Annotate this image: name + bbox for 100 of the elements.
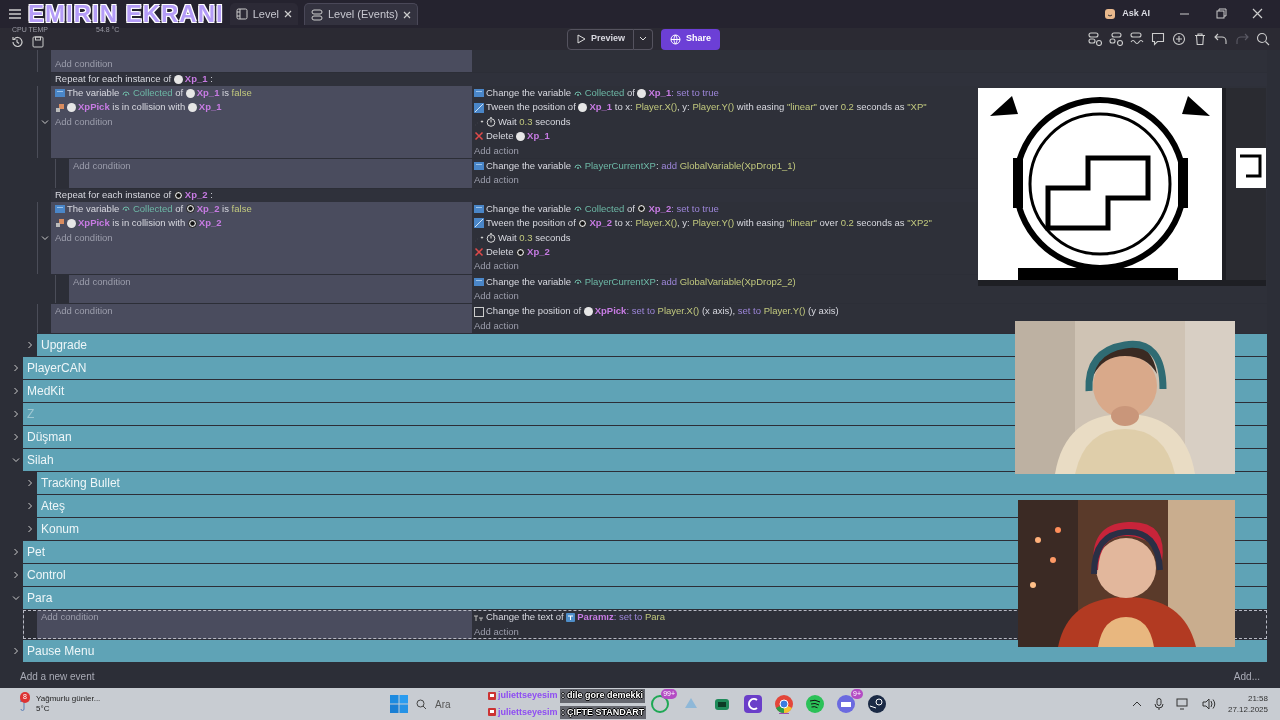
menu-icon[interactable] bbox=[8, 8, 22, 20]
add-action-link[interactable]: Add action bbox=[474, 289, 519, 304]
variable-icon bbox=[474, 203, 484, 214]
chevron-up-icon[interactable] bbox=[1131, 701, 1142, 707]
condition-text: Xp_1 bbox=[198, 100, 222, 115]
add-event-icon[interactable] bbox=[1088, 32, 1102, 46]
chevron-icon[interactable] bbox=[26, 502, 34, 511]
chevron-icon[interactable] bbox=[12, 548, 20, 557]
search-icon[interactable] bbox=[1256, 32, 1270, 46]
position-icon bbox=[474, 306, 484, 317]
action-text: Xp_2 to x: Player.X(), y: Player.Y() with easing "linear" over 0.2 seconds as "XP2" bbox=[589, 216, 932, 231]
globe-icon bbox=[670, 33, 682, 45]
condition-text: Xp_2 bbox=[198, 216, 222, 231]
tween-icon bbox=[474, 102, 484, 113]
chevron-icon[interactable] bbox=[12, 571, 20, 580]
add-condition-link[interactable]: Add condition bbox=[55, 304, 113, 319]
play-icon bbox=[576, 34, 586, 44]
action-text: Collected of bbox=[584, 201, 636, 216]
condition-text: Xp_1 is false bbox=[196, 86, 252, 100]
repeat-text: Xp_1 : bbox=[184, 72, 213, 87]
chat-username: juliettseyesim bbox=[498, 689, 558, 702]
search-icon bbox=[416, 698, 427, 710]
chevron-icon[interactable] bbox=[26, 525, 34, 534]
event-row[interactable]: Add condition bbox=[37, 50, 1267, 72]
add-condition-link[interactable]: Add condition bbox=[55, 230, 113, 245]
object-icon bbox=[637, 88, 647, 98]
object-icon bbox=[637, 204, 647, 214]
network-icon[interactable] bbox=[1175, 698, 1190, 710]
add-action-link[interactable]: Add action bbox=[474, 173, 519, 188]
add-action-link[interactable]: Add action bbox=[474, 143, 519, 158]
delete-icon bbox=[474, 131, 484, 142]
add-action-link[interactable]: Add action bbox=[474, 318, 519, 334]
add-link[interactable]: Add... bbox=[1233, 669, 1260, 684]
repeat-text: Repeat for each instance of bbox=[55, 188, 173, 203]
action-text: Change the variable bbox=[486, 158, 573, 173]
chevron-icon[interactable] bbox=[12, 364, 20, 373]
search-field[interactable]: Ara bbox=[408, 693, 478, 715]
close-icon[interactable] bbox=[403, 10, 412, 19]
add-condition-link[interactable]: Add condition bbox=[55, 114, 113, 130]
tween-icon bbox=[474, 218, 484, 229]
add-event-link[interactable]: Add a new event bbox=[20, 669, 95, 684]
save-icon[interactable] bbox=[32, 36, 44, 48]
chevron-icon[interactable] bbox=[12, 433, 20, 442]
chevron-icon[interactable] bbox=[12, 387, 20, 396]
delete-icon[interactable] bbox=[1193, 32, 1207, 46]
text-object-icon bbox=[566, 612, 576, 622]
chevron-icon[interactable] bbox=[26, 341, 34, 350]
action-text: Paramız: set to Para bbox=[577, 610, 665, 625]
chat-badge-icon bbox=[488, 708, 496, 717]
history-icon[interactable] bbox=[10, 35, 24, 49]
ask-ai-button[interactable]: Ask AI bbox=[1122, 7, 1150, 21]
robot-face-icon bbox=[1104, 8, 1117, 20]
music-icon[interactable] bbox=[805, 694, 825, 714]
chevron-icon[interactable] bbox=[26, 479, 34, 488]
browser-icon[interactable] bbox=[774, 694, 794, 714]
add-condition-link[interactable]: Add condition bbox=[55, 57, 113, 72]
delete-icon bbox=[474, 247, 484, 258]
repeat-text: Xp_2 : bbox=[184, 188, 213, 203]
editor-tab[interactable]: Level (Events) bbox=[303, 3, 419, 25]
action-text: Xp_2: set to true bbox=[648, 201, 719, 216]
add-condition-link[interactable]: Add condition bbox=[73, 274, 131, 290]
action-text: Change the variable bbox=[486, 274, 573, 289]
action-text: PlayerCurrentXP: add GlobalVariable(XpDrop2_2) bbox=[584, 274, 796, 289]
variable-icon bbox=[474, 88, 484, 99]
group-title-bar[interactable]: Pause Menu bbox=[23, 640, 1267, 663]
add-link-icon[interactable] bbox=[1130, 32, 1144, 46]
action-text: PlayerCurrentXP: add GlobalVariable(XpDrop1_1) bbox=[584, 158, 796, 173]
add-icon[interactable] bbox=[1172, 32, 1186, 46]
add-action-link[interactable]: Add action bbox=[474, 259, 519, 274]
repeat-text: Repeat for each instance of bbox=[55, 72, 173, 87]
add-condition-link[interactable]: Add condition bbox=[73, 158, 131, 174]
action-text: Wait 0.3 seconds bbox=[498, 230, 571, 245]
volume-icon[interactable] bbox=[1201, 698, 1216, 710]
chevron-icon[interactable] bbox=[40, 233, 49, 242]
share-button[interactable]: Share bbox=[661, 28, 721, 50]
add-subevent-icon[interactable] bbox=[1109, 32, 1123, 46]
collision-icon bbox=[55, 102, 65, 113]
add-action-link[interactable]: Add action bbox=[474, 624, 519, 640]
temperature-text: 5°C bbox=[36, 704, 51, 714]
add-condition-link[interactable]: Add condition bbox=[41, 610, 99, 625]
chevron-icon[interactable] bbox=[12, 594, 20, 603]
variable-icon bbox=[474, 161, 484, 172]
microphone-icon[interactable] bbox=[1153, 698, 1164, 710]
close-icon[interactable] bbox=[283, 10, 292, 18]
editor-tab[interactable]: Level bbox=[229, 3, 298, 25]
launcher-icon[interactable] bbox=[743, 694, 763, 714]
variable-icon bbox=[121, 204, 131, 214]
chat-message: : ÇIFTE STANDART bbox=[559, 705, 647, 719]
comment-icon[interactable] bbox=[1151, 32, 1165, 46]
group-title-bar[interactable]: Tracking Bullet bbox=[37, 472, 1267, 495]
chat-message: : dile gore demekki bbox=[559, 689, 646, 703]
chevron-icon[interactable] bbox=[12, 456, 20, 465]
action-text: Wait 0.3 seconds bbox=[498, 114, 571, 129]
preview-button[interactable]: Preview bbox=[567, 28, 635, 50]
chevron-icon[interactable] bbox=[40, 117, 49, 126]
chevron-icon[interactable] bbox=[12, 647, 20, 656]
variable-icon bbox=[55, 203, 65, 214]
action-text: Tween the position of bbox=[486, 100, 577, 115]
collision-icon bbox=[55, 218, 65, 229]
undo-icon[interactable] bbox=[1214, 32, 1228, 46]
